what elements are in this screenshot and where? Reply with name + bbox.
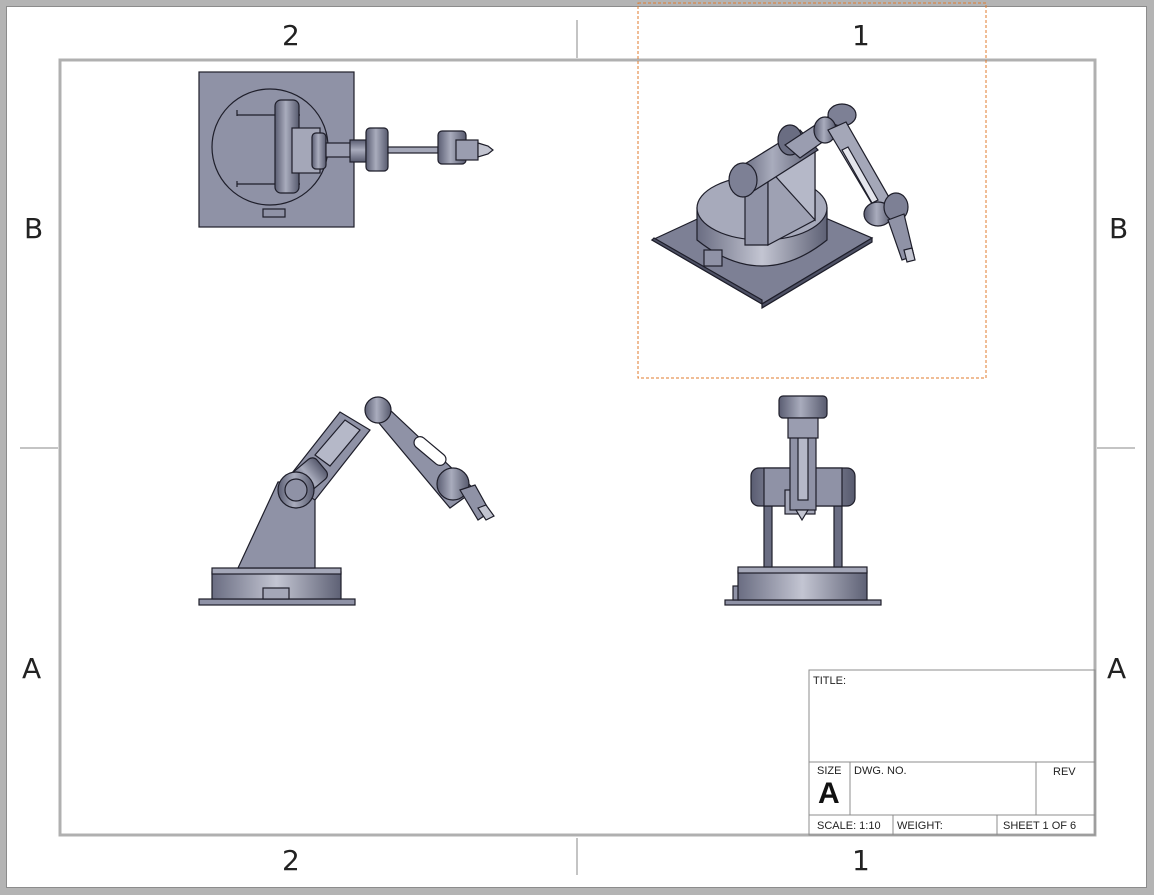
scale-text: SCALE: 1:10 <box>817 820 881 832</box>
title-block <box>808 669 1096 836</box>
weight-label: WEIGHT: <box>897 820 943 832</box>
sheet-text: SHEET 1 OF 6 <box>1003 820 1077 832</box>
drawing-canvas <box>20 2 1135 875</box>
title-label: TITLE: <box>813 675 847 687</box>
side-view[interactable] <box>724 395 882 606</box>
isometric-view[interactable] <box>650 103 916 310</box>
top-view[interactable] <box>198 71 494 228</box>
size-label: SIZE <box>817 765 842 777</box>
rev-label: REV <box>1053 766 1076 778</box>
size-value: A <box>818 777 840 810</box>
dwg-no-label: DWG. NO. <box>854 765 907 777</box>
front-view[interactable] <box>198 396 495 606</box>
zone-ticks <box>20 20 1135 875</box>
